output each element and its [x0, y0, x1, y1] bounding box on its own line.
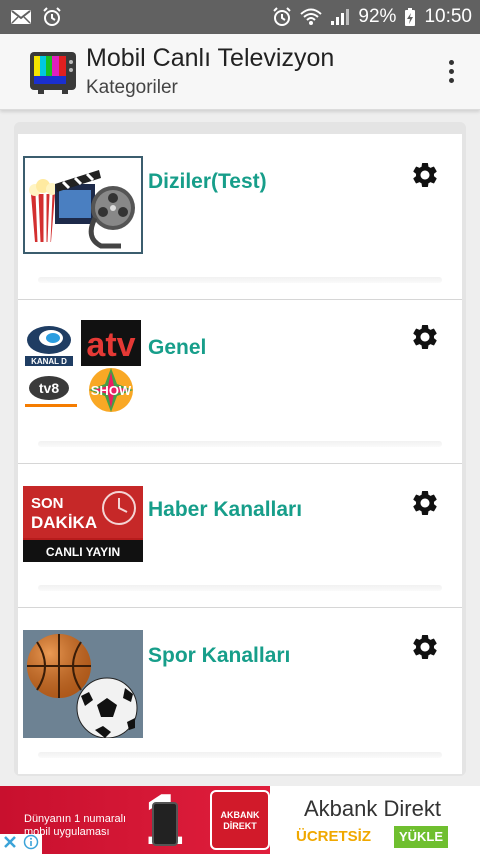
kanal-d-logo-text: KANAL D	[31, 357, 67, 366]
app-title: Mobil Canlı Televizyon	[86, 43, 335, 72]
show-logo-text: SHOW	[91, 383, 132, 398]
wifi-icon	[300, 7, 323, 27]
settings-gear-icon[interactable]	[410, 160, 440, 190]
status-bar: 92% 10:50	[0, 0, 480, 34]
category-item-diziler[interactable]: Diziler(Test)	[18, 134, 462, 300]
overflow-dot-icon	[448, 77, 454, 83]
overflow-dot-icon	[448, 68, 454, 74]
ad-close-icon[interactable]	[3, 835, 17, 854]
card-shadow	[38, 441, 442, 447]
genel-channel-logos: KANAL D atv tv8 SHOW	[23, 318, 143, 416]
category-item-spor[interactable]: Spor Kanalları	[18, 608, 462, 774]
svg-text:tv8: tv8	[39, 380, 59, 396]
app-subtitle: Kategoriler	[86, 76, 178, 98]
category-label: Spor Kanalları	[148, 644, 291, 667]
category-label: Genel	[148, 336, 207, 359]
atv-logo-text: atv	[86, 326, 135, 364]
clock: 10:50	[424, 6, 472, 27]
settings-gear-icon[interactable]	[410, 632, 440, 662]
ad-info-icon[interactable]	[23, 834, 39, 854]
battery-charging-icon	[404, 7, 416, 27]
category-label: Diziler(Test)	[148, 170, 267, 193]
category-item-haber[interactable]: SON DAKİKA CANLI YAYIN Haber Kanalları	[18, 464, 462, 608]
category-item-genel[interactable]: KANAL D atv tv8 SHOW Genel	[18, 300, 462, 464]
app-bar: Mobil Canlı Televizyon Kategoriler	[0, 34, 480, 110]
battery-percent: 92%	[358, 6, 397, 27]
tv-app-icon	[28, 48, 78, 96]
ad-free-label: ÜCRETSİZ	[296, 828, 371, 845]
spor-thumbnail	[23, 630, 143, 738]
category-list: Diziler(Test) KANAL D atv tv8 SHOW Genel…	[14, 122, 466, 776]
overflow-menu-button[interactable]	[436, 56, 466, 86]
haber-thumbnail: SON DAKİKA CANLI YAYIN	[23, 486, 143, 562]
ad-choices[interactable]	[0, 834, 42, 854]
settings-gear-icon[interactable]	[410, 488, 440, 518]
diziler-thumbnail	[23, 156, 143, 254]
category-label: Haber Kanalları	[148, 498, 303, 521]
overflow-dot-icon	[448, 59, 454, 65]
ad-install-button[interactable]: YÜKLE	[394, 826, 448, 848]
card-shadow	[38, 752, 442, 758]
ad-brand-name: Akbank Direkt	[304, 796, 441, 821]
alarm-icon	[272, 7, 292, 27]
son-text: SON	[31, 495, 64, 512]
settings-gear-icon[interactable]	[410, 322, 440, 352]
canli-yayin-text: CANLI YAYIN	[46, 545, 120, 559]
email-notification-icon	[10, 9, 32, 25]
akbank-logo: AKBANK DİREKT	[210, 790, 270, 850]
alarm-icon	[42, 7, 62, 27]
card-shadow	[38, 277, 442, 283]
signal-icon	[330, 8, 350, 26]
dakika-text: DAKİKA	[31, 513, 97, 532]
ad-banner[interactable]: Dünyanın 1 numaralı mobil uygulaması 1 A…	[0, 786, 480, 854]
card-shadow	[38, 585, 442, 591]
ad-phone-image	[152, 802, 178, 846]
